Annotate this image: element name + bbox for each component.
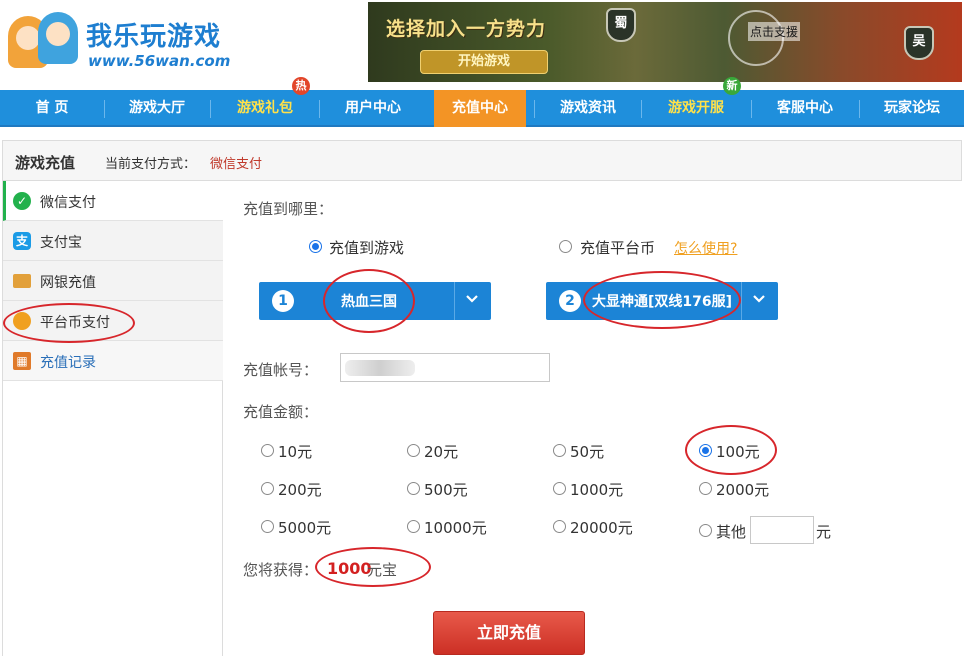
record-icon: ▦: [13, 352, 31, 370]
main-nav: 首 页 游戏大厅 游戏礼包 用户中心 充值中心 游戏资讯 游戏开服 客服中心 玩…: [0, 90, 964, 127]
server-select-value: 大显神通[双线176服]: [592, 294, 733, 310]
recharge-form: 充值到哪里： 充值到游戏 充值平台币 怎么使用? 1 热血三国 2 大显神通[双…: [223, 181, 962, 656]
sidebar-item-label: 支付宝: [40, 235, 82, 251]
sidebar-item-label: 微信支付: [40, 195, 96, 211]
nav-game-hall[interactable]: 游戏大厅: [105, 90, 209, 127]
nav-user-center[interactable]: 用户中心: [320, 90, 426, 127]
banner-support-text[interactable]: 点击支援: [748, 22, 801, 41]
gain-unit: 元宝: [367, 561, 398, 579]
game-banner[interactable]: 选择加入一方势力 开始游戏 蜀 点击支援 吴: [368, 2, 962, 82]
amount-100-radio[interactable]: [699, 444, 712, 457]
sidebar-item-alipay[interactable]: 支 支付宝: [3, 221, 223, 261]
amount-200-radio[interactable]: [261, 482, 274, 495]
banner-title: 选择加入一方势力: [386, 18, 547, 40]
amount-10-radio[interactable]: [261, 444, 274, 457]
sidebar-item-label: 充值记录: [40, 355, 96, 371]
nav-player-forum[interactable]: 玩家论坛: [860, 90, 964, 127]
sidebar-item-bank[interactable]: 网银充值: [3, 261, 223, 301]
amount-option[interactable]: 50元: [570, 441, 604, 462]
amount-option[interactable]: 20000元: [570, 517, 633, 538]
step-1-badge: 1: [272, 290, 294, 312]
amount-10000-radio[interactable]: [407, 520, 420, 533]
nav-recharge-center[interactable]: 充值中心: [434, 90, 526, 127]
server-select[interactable]: 2 大显神通[双线176服]: [546, 282, 778, 320]
amount-20000-radio[interactable]: [553, 520, 566, 533]
coins-icon: [13, 312, 31, 330]
gain-label: 您将获得：: [243, 561, 319, 579]
gain-value: 1000: [327, 559, 372, 578]
target-platform-radio[interactable]: [559, 240, 572, 253]
amount-1000-radio[interactable]: [553, 482, 566, 495]
amount-other-input[interactable]: [750, 516, 814, 544]
nav-customer-service[interactable]: 客服中心: [752, 90, 858, 127]
amount-option[interactable]: 20元: [424, 441, 458, 462]
nav-server-open[interactable]: 游戏开服: [642, 90, 750, 127]
amount-option[interactable]: 100元: [716, 441, 760, 462]
amount-option[interactable]: 500元: [424, 479, 468, 500]
target-platform-label[interactable]: 充值平台币: [580, 237, 655, 258]
payment-method-label: 当前支付方式：: [105, 157, 197, 172]
sidebar-item-records[interactable]: ▦ 充值记录: [3, 341, 223, 381]
site-logo[interactable]: 我乐玩游戏 www.56wan.com: [6, 10, 236, 72]
target-label: 充值到哪里：: [243, 200, 334, 218]
logo-url: www.56wan.com: [88, 52, 231, 70]
account-input[interactable]: [340, 353, 550, 382]
sidebar-item-label: 平台币支付: [40, 315, 110, 331]
sidebar-item-wechat[interactable]: ✓ 微信支付: [3, 181, 223, 221]
chevron-down-icon: [462, 291, 482, 311]
amount-other-radio[interactable]: [699, 524, 712, 537]
amount-20-radio[interactable]: [407, 444, 420, 457]
amount-50-radio[interactable]: [553, 444, 566, 457]
target-game-radio[interactable]: [309, 240, 322, 253]
logo-mascot-right: [38, 12, 78, 64]
shu-shield-icon[interactable]: 蜀: [606, 8, 636, 42]
sidebar-item-label: 网银充值: [40, 275, 96, 291]
account-label: 充值帐号：: [243, 361, 319, 379]
target-game-label[interactable]: 充值到游戏: [329, 237, 404, 258]
new-badge: 新: [723, 77, 741, 95]
wechat-icon: ✓: [13, 192, 31, 210]
amount-option[interactable]: 2000元: [716, 479, 769, 500]
amount-option[interactable]: 200元: [278, 479, 322, 500]
amount-label: 充值金额：: [243, 403, 319, 421]
step-2-badge: 2: [559, 290, 581, 312]
nav-game-news[interactable]: 游戏资讯: [535, 90, 641, 127]
amount-other-label[interactable]: 其他: [716, 521, 746, 542]
nav-gift-packs[interactable]: 游戏礼包: [211, 90, 319, 127]
logo-title: 我乐玩游戏: [86, 22, 222, 52]
amount-2000-radio[interactable]: [699, 482, 712, 495]
hot-badge: 热: [292, 77, 310, 95]
recharge-title-bar: 游戏充值 当前支付方式： 微信支付: [2, 140, 962, 181]
game-select-value: 热血三国: [341, 294, 397, 310]
amount-other-unit: 元: [816, 523, 832, 541]
select-divider: [741, 282, 742, 320]
account-value-blurred: [345, 360, 415, 376]
page-title: 游戏充值: [15, 154, 76, 172]
payment-method-value: 微信支付: [210, 157, 263, 172]
howto-link[interactable]: 怎么使用?: [674, 238, 737, 258]
alipay-icon: 支: [13, 232, 31, 250]
wu-shield-icon[interactable]: 吴: [904, 26, 934, 60]
payment-sidebar: ✓ 微信支付 支 支付宝 网银充值 平台币支付 ▦ 充值记录: [2, 181, 223, 656]
amount-option[interactable]: 5000元: [278, 517, 331, 538]
sidebar-item-platform-coin[interactable]: 平台币支付: [3, 301, 223, 341]
nav-home[interactable]: 首 页: [0, 90, 104, 127]
amount-option[interactable]: 10元: [278, 441, 312, 462]
amount-option[interactable]: 1000元: [570, 479, 623, 500]
amount-5000-radio[interactable]: [261, 520, 274, 533]
recharge-submit-button[interactable]: 立即充值: [433, 611, 585, 655]
chevron-down-icon: [749, 291, 769, 311]
bankcard-icon: [13, 274, 31, 288]
select-divider: [454, 282, 455, 320]
site-header: 我乐玩游戏 www.56wan.com 选择加入一方势力 开始游戏 蜀 点击支援…: [0, 0, 964, 90]
banner-start-button[interactable]: 开始游戏: [420, 50, 548, 74]
amount-500-radio[interactable]: [407, 482, 420, 495]
game-select[interactable]: 1 热血三国: [259, 282, 491, 320]
amount-option[interactable]: 10000元: [424, 517, 487, 538]
